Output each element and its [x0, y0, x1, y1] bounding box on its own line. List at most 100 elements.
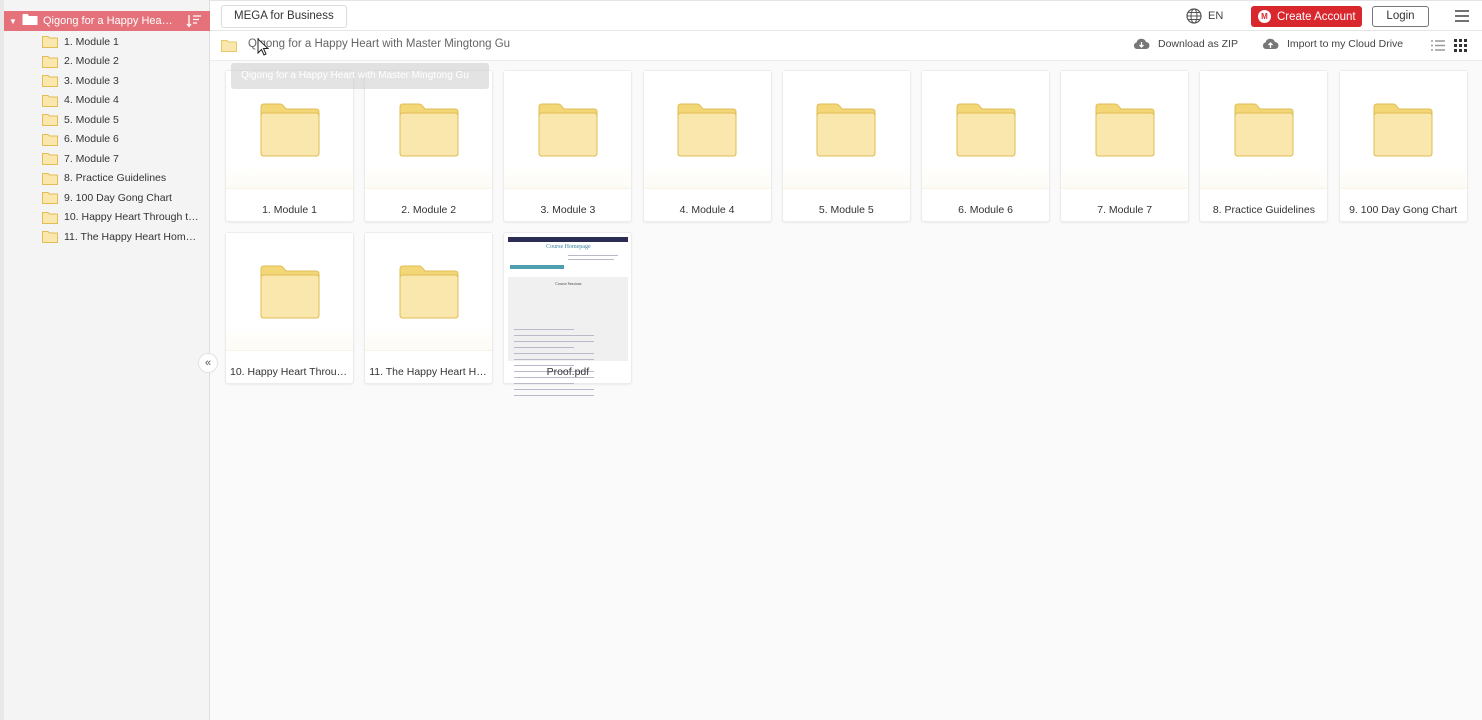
tree-item[interactable]: 10. Happy Heart Through the Seasons: [42, 208, 208, 228]
folder-icon: [816, 103, 876, 156]
collapse-sidebar-button[interactable]: «: [198, 353, 218, 373]
tree-item[interactable]: 9. 100 Day Gong Chart: [42, 188, 208, 208]
tree-item-label: 2. Module 2: [64, 55, 119, 68]
folder-icon: [260, 265, 319, 318]
folder-card[interactable]: 6. Module 6: [921, 70, 1050, 222]
import-label: Import to my Cloud Drive: [1287, 37, 1404, 50]
tree-item-label: 7. Module 7: [64, 152, 119, 165]
list-view-icon[interactable]: [1431, 40, 1445, 51]
hamburger-menu-icon[interactable]: [1455, 10, 1469, 22]
tree-item[interactable]: 11. The Happy Heart Homepage: [42, 227, 208, 247]
tree-item-label: 3. Module 3: [64, 74, 119, 87]
mega-logo-icon: M: [1258, 10, 1271, 23]
globe-icon: [1186, 8, 1202, 24]
language-label: EN: [1208, 10, 1224, 22]
folder-icon: [1234, 103, 1294, 156]
card-label: 6. Module 6: [958, 204, 1013, 216]
folder-icon: [399, 265, 459, 318]
tree-item-label: 10. Happy Heart Through the Seasons: [64, 211, 200, 224]
tree-item[interactable]: 1. Module 1: [42, 32, 208, 52]
folder-icon: [399, 103, 459, 156]
tree-item-label: 8. Practice Guidelines: [64, 172, 167, 185]
folder-icon: [42, 55, 58, 68]
download-zip-label: Download as ZIP: [1158, 37, 1238, 50]
folder-icon: [221, 40, 237, 52]
card-label: 9. 100 Day Gong Chart: [1349, 204, 1458, 216]
tree-item-label: 5. Module 5: [64, 113, 119, 126]
pdf-thumbnail: Course Homepage Course Sessions: [508, 237, 629, 396]
folder-card[interactable]: 9. 100 Day Gong Chart: [1338, 70, 1468, 222]
breadcrumb-folder-title[interactable]: Qigong for a Happy Heart with Master Min…: [248, 38, 510, 50]
tree-item[interactable]: 3. Module 3: [42, 71, 208, 91]
tree-item[interactable]: 5. Module 5: [42, 110, 208, 130]
tree-children: 1. Module 1 2. Module 2 3. Module 3 4. Modu…: [42, 32, 208, 247]
card-label: 3. Module 3: [540, 204, 596, 216]
tree-item-label: 6. Module 6: [64, 133, 119, 146]
folder-card[interactable]: 2. Module 2: [364, 70, 494, 222]
folder-card[interactable]: 4. Module 4: [642, 70, 772, 222]
folder-icon: [1095, 103, 1155, 156]
folder-icon: [677, 103, 737, 156]
grid-view-icon[interactable]: [1454, 39, 1467, 52]
folder-icon: [1373, 103, 1433, 156]
folder-icon: [42, 211, 58, 224]
folder-tree-sidebar: ▼ Qigong for a Happy Heart with Master M…: [0, 0, 210, 720]
create-account-button[interactable]: M Create Account: [1251, 6, 1362, 27]
tree-item-label: 11. The Happy Heart Homepage: [64, 230, 200, 243]
folder-icon: [538, 103, 598, 156]
folder-icon: [42, 231, 58, 244]
import-to-cloud-drive-button[interactable]: Import to my Cloud Drive: [1262, 37, 1403, 50]
tree-item-label: 9. 100 Day Gong Chart: [64, 191, 172, 204]
tree-item[interactable]: 2. Module 2: [42, 52, 208, 72]
folder-card[interactable]: 8. Practice Guidelines: [1199, 70, 1329, 222]
folder-card[interactable]: 3. Module 3: [503, 70, 633, 222]
download-zip-button[interactable]: Download as ZIP: [1133, 37, 1238, 50]
sort-icon[interactable]: [186, 14, 202, 28]
create-account-label: Create Account: [1277, 10, 1356, 23]
folder-card[interactable]: 7. Module 7: [1060, 70, 1190, 222]
pdf-heading: Course Homepage: [546, 244, 591, 250]
folder-icon: [42, 153, 58, 166]
card-label: Proof.pdf: [546, 366, 590, 378]
folder-icon: [260, 103, 319, 156]
tree-item-label: 4. Module 4: [64, 94, 119, 107]
folder-card[interactable]: 10. Happy Heart Through the Seasons: [225, 232, 354, 384]
tree-root-label: Qigong for a Happy Heart with Master Min…: [43, 15, 175, 27]
tree-item[interactable]: 8. Practice Guidelines: [42, 169, 208, 189]
tree-root-item[interactable]: ▼ Qigong for a Happy Heart with Master M…: [4, 11, 210, 31]
folder-icon: [42, 94, 58, 107]
pdf-section-title: Course Sessions: [555, 281, 582, 286]
language-selector[interactable]: EN: [1186, 8, 1223, 24]
card-label: 1. Module 1: [262, 204, 317, 216]
folder-icon: [42, 192, 58, 205]
tree-item-label: 1. Module 1: [64, 35, 119, 48]
mega-for-business-button[interactable]: MEGA for Business: [221, 5, 347, 28]
card-label: 8. Practice Guidelines: [1212, 204, 1315, 216]
caret-down-icon[interactable]: ▼: [6, 17, 20, 26]
card-label: 2. Module 2: [401, 204, 457, 216]
open-folder-icon: [22, 13, 38, 29]
card-label: 4. Module 4: [679, 204, 735, 216]
breadcrumb-tooltip: Qigong for a Happy Heart with Master Min…: [231, 63, 489, 89]
folder-icon: [42, 133, 58, 146]
login-button[interactable]: Login: [1372, 6, 1429, 27]
folder-icon: [42, 172, 58, 185]
cloud-download-icon: [1133, 38, 1150, 49]
folder-icon: [956, 103, 1015, 156]
top-bar: MEGA for Business EN M Create Account Lo…: [210, 0, 1482, 31]
tree-item[interactable]: 4. Module 4: [42, 91, 208, 111]
cloud-upload-icon: [1262, 38, 1279, 49]
tree-item[interactable]: 7. Module 7: [42, 149, 208, 169]
folder-icon: [42, 36, 58, 49]
folder-icon: [42, 75, 58, 88]
folder-card[interactable]: 5. Module 5: [781, 70, 911, 222]
tree-item[interactable]: 6. Module 6: [42, 130, 208, 150]
card-label: 11. The Happy Heart Homepage: [369, 366, 488, 378]
folder-card[interactable]: 1. Module 1: [225, 70, 354, 222]
breadcrumb-bar: Qigong for a Happy Heart with Master Min…: [210, 31, 1482, 61]
card-label: 5. Module 5: [818, 204, 874, 216]
card-label: 7. Module 7: [1097, 204, 1153, 216]
mouse-pointer-icon: [257, 38, 269, 56]
file-card[interactable]: Course Homepage Course Sessions Proof.pdf: [503, 232, 633, 396]
folder-card[interactable]: 11. The Happy Heart Homepage: [364, 232, 494, 384]
